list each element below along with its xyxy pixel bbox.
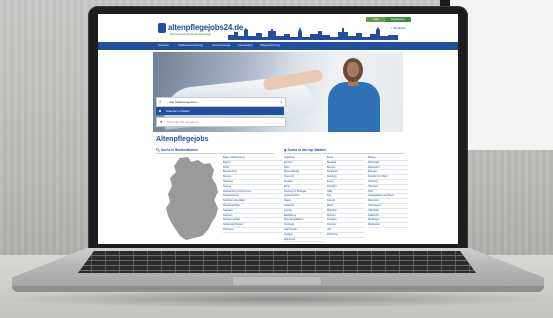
germany-map [166,157,218,240]
list-icon: ≡ [159,99,162,104]
locate-me-option[interactable]: Standort ermitteln [156,107,284,115]
logo-tagline: Das Karriereportal für die Altenpflege [170,33,211,36]
location-target-icon [159,110,161,112]
cities-heading-label: Suche in den top Städten [287,148,326,152]
keyboard-rows [78,251,476,273]
login-button[interactable]: Login [366,17,386,22]
site-header: altenpflegejobs24.de Das Karriereportal … [98,14,458,42]
cities-list-1: Augsburg Bochum Bonn Braunschweig Chemni… [284,156,324,243]
chevron-down-icon: ▾ [280,100,282,104]
city-link[interactable]: Würzburg [327,233,365,238]
location-input[interactable]: ● PLZ oder Ort eingeben [156,117,286,127]
job-category-value: – alle Stellenangebote – [167,100,200,104]
nav-item-start[interactable]: Startseite [158,44,169,47]
main-nav: Startseite Stellenausschreibung Suchwerk… [98,42,458,50]
laptop-screen: altenpflegejobs24.de Das Karriereportal … [98,14,458,244]
laptop-trackpad [232,276,322,286]
city-link[interactable]: Wiesbaden [368,223,408,228]
nav-item-stellen[interactable]: Stellenausschreibung [178,44,203,47]
locate-me-label: Standort ermitteln [166,109,190,113]
states-list: Baden-Württemberg Bayern Berlin Brandenb… [223,156,283,233]
state-link[interactable]: Thüringen [223,228,283,233]
cities-heading: ◉ Suche in den top Städten [284,148,326,152]
cities-heading-divider [284,153,404,154]
nav-item-suche[interactable]: Suchwerkzeuge [212,44,230,47]
register-button[interactable]: Registrieren [385,17,411,22]
nurse-figure-body [328,82,380,132]
map-pin-icon: ● [160,119,163,124]
city-link[interactable]: Wuppertal [284,238,324,243]
states-heading-label: Suche in Bundesländern [160,148,199,152]
location-placeholder: PLZ oder Ort eingeben [167,120,198,124]
job-category-select[interactable]: ≡ – alle Stellenangebote – ▾ [156,97,286,107]
nav-item-karriere[interactable]: Karrieretipps [238,44,253,47]
cities-list-2: Berlin Bielefeld Bremen Dortmund Duisbur… [327,156,365,238]
laptop-base-front [12,286,544,292]
states-heading: 🔍︎ Suche in Bundesländern [156,148,198,152]
page-title: Altenpflegejobs [156,136,209,143]
states-heading-divider [156,153,274,154]
city-skyline-graphic [228,27,398,40]
nav-item-pflege[interactable]: Pflegeeinrichtung [260,44,280,47]
nurse-figure-face [347,62,359,77]
cities-list-3: Bottrop Darmstadt Düsseldorf Erlangen Fr… [368,156,408,228]
merkliste-link[interactable]: ☆ Merkliste [390,26,406,30]
logo-icon[interactable] [158,23,166,33]
laptop-shadow [0,290,553,308]
